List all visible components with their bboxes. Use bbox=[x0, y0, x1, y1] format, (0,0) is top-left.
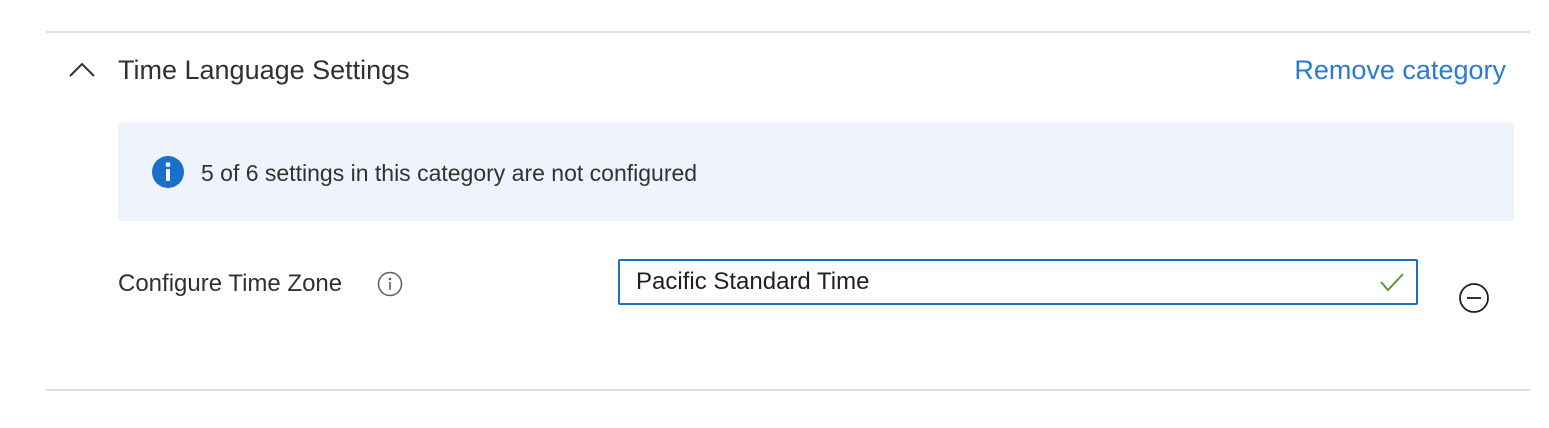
bottom-divider bbox=[46, 389, 1530, 391]
info-banner: 5 of 6 settings in this category are not… bbox=[118, 122, 1514, 221]
chevron-up-icon[interactable] bbox=[66, 56, 98, 84]
top-divider bbox=[46, 31, 1530, 33]
settings-category-panel: Time Language Settings Remove category 5… bbox=[0, 0, 1549, 428]
section-title: Time Language Settings bbox=[118, 55, 410, 85]
checkmark-icon bbox=[1380, 273, 1404, 292]
time-zone-field[interactable] bbox=[618, 259, 1418, 305]
info-filled-icon bbox=[152, 156, 184, 188]
time-zone-label: Configure Time Zone bbox=[118, 270, 343, 297]
time-zone-input[interactable] bbox=[620, 261, 1376, 303]
remove-category-link[interactable]: Remove category bbox=[1294, 53, 1506, 87]
info-outline-icon[interactable] bbox=[377, 271, 403, 297]
info-banner-message: 5 of 6 settings in this category are not… bbox=[201, 160, 698, 186]
minus-circle-icon[interactable] bbox=[1458, 282, 1490, 314]
